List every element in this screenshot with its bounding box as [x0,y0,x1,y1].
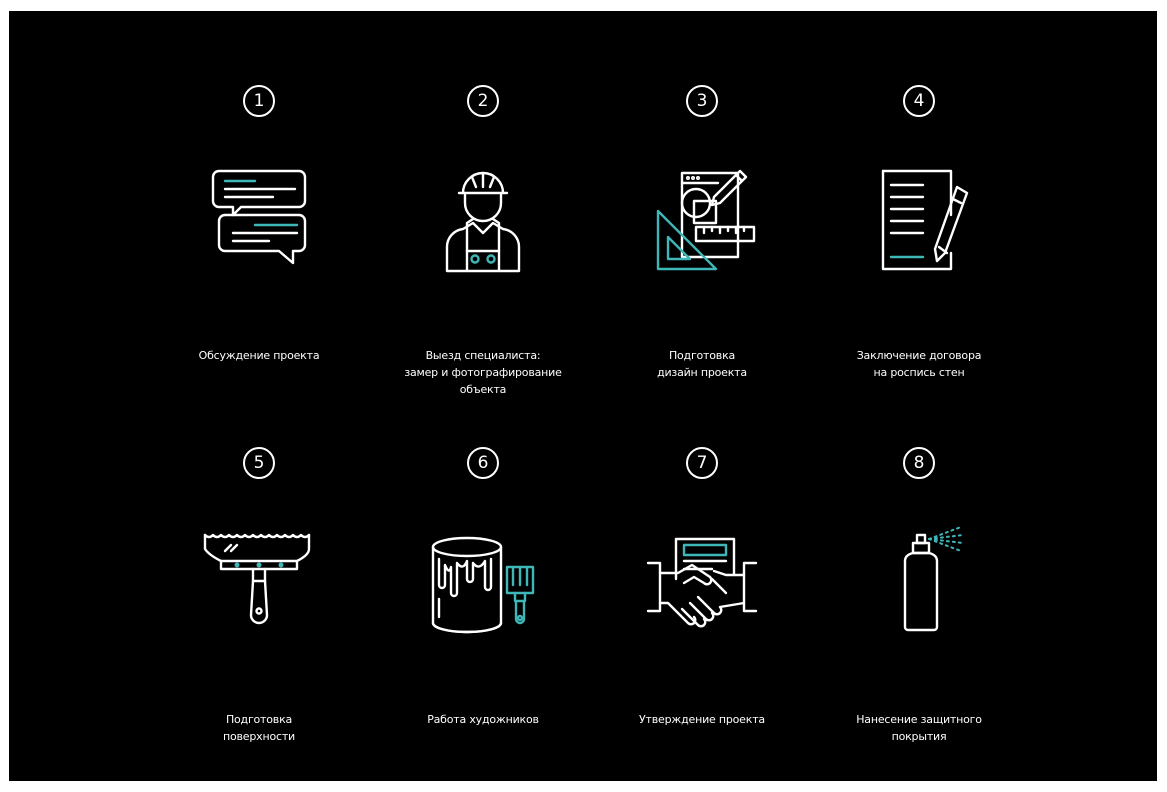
spray-can-icon [859,519,979,639]
chat-bubbles-icon [199,157,319,277]
step-number-badge: 5 [243,447,275,479]
step-number-badge: 2 [467,85,499,117]
handshake-document-icon [642,519,762,639]
step-label: Обсуждение проекта [198,349,320,362]
step-label: Выезд специалиста: замер и фотографирова… [404,349,562,396]
step-number-badge: 7 [686,447,718,479]
worker-helmet-icon [423,157,543,277]
step-label: Заключение договора на роспись стен [856,349,982,379]
process-steps-panel: 1 Обсуждение проекта 2 Выезд специалиста… [9,11,1157,781]
spatula-icon [199,519,319,639]
step-label: Утверждение проекта [639,713,765,726]
contract-pencil-icon [859,157,979,277]
step-label: Подготовка поверхности [223,713,295,743]
design-tools-icon [642,157,762,277]
step-number-badge: 6 [467,447,499,479]
step-number-badge: 1 [243,85,275,117]
step-label: Нанесение защитного покрытия [856,713,982,743]
step-number-badge: 4 [903,85,935,117]
step-number-badge: 3 [686,85,718,117]
paint-bucket-brush-icon [423,519,543,639]
step-label: Работа художников [427,713,539,726]
step-label: Подготовка дизайн проекта [657,349,747,379]
step-number-badge: 8 [903,447,935,479]
